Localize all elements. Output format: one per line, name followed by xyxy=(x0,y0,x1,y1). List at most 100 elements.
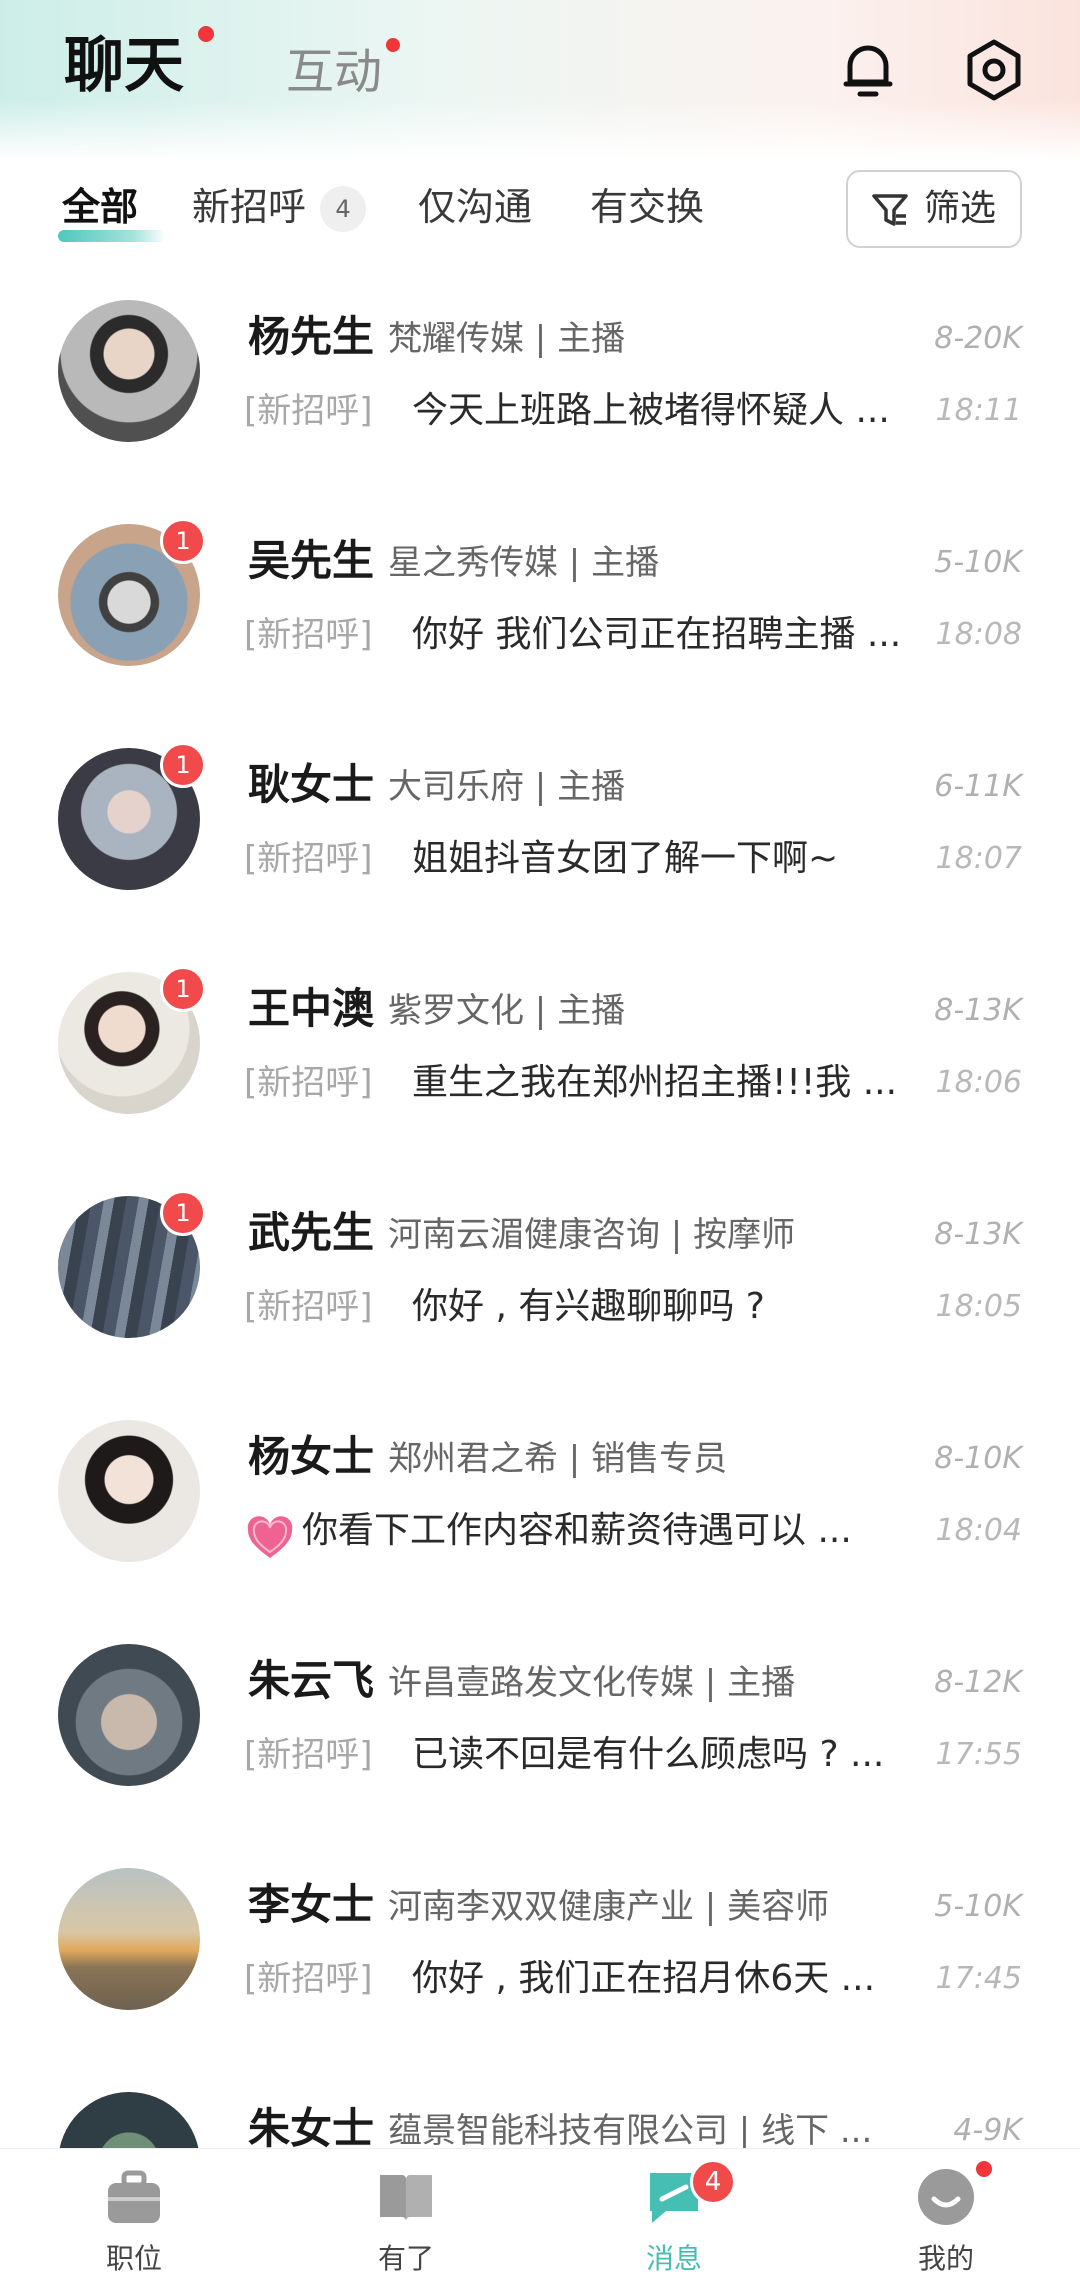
salary-range: 5-10K xyxy=(934,1889,1022,1924)
chat-item[interactable]: 1 吴先生 星之秀传媒 | 主播 5-10K [新招呼] 你好 我们公司正在招聘… xyxy=(0,518,1080,748)
chat-item[interactable]: 李女士 河南李双双健康产业 | 美容师 5-10K [新招呼] 你好 , 我们正… xyxy=(0,1868,1080,2092)
tab-chat[interactable]: 聊天 xyxy=(64,26,184,106)
filter-tabs: 全部 新招呼 4 仅沟通 有交换 筛选 xyxy=(0,168,1080,258)
salary-range: 5-10K xyxy=(934,545,1022,580)
last-message: 今天上班路上被堵得怀疑人 ... xyxy=(412,390,890,431)
last-message: 你好 我们公司正在招聘主播 ... xyxy=(412,614,902,655)
nav-profile-dot xyxy=(976,2161,992,2177)
contact-name: 朱云飞 xyxy=(248,1656,375,1705)
chat-list: 杨先生 梵耀传媒 | 主播 8-20K [新招呼] 今天上班路上被堵得怀疑人 .… xyxy=(0,300,1080,2150)
contact-name: 李女士 xyxy=(248,1880,375,1929)
salary-range: 8-10K xyxy=(934,1441,1022,1476)
profile-icon xyxy=(918,2169,974,2225)
chat-item[interactable]: 1 武先生 河南云湄健康咨询 | 按摩师 8-13K [新招呼] 你好 , 有兴… xyxy=(0,1190,1080,1420)
filter-button[interactable]: 筛选 xyxy=(846,170,1022,248)
company-position: 蕴景智能科技有限公司 | 线下 ... xyxy=(388,2111,873,2150)
new-greeting-count: 4 xyxy=(320,186,366,232)
tab-interaction-dot xyxy=(386,38,400,52)
avatar xyxy=(58,1644,200,1786)
contact-name: 杨先生 xyxy=(248,312,375,361)
tab-interaction-label: 互动 xyxy=(286,44,383,100)
unread-badge: 1 xyxy=(160,966,206,1012)
avatar xyxy=(58,1868,200,2010)
company-position: 梵耀传媒 | 主播 xyxy=(388,319,626,359)
company-position: 星之秀传媒 | 主播 xyxy=(388,543,660,583)
nav-messages[interactable]: 4 消息 xyxy=(604,2159,744,2285)
contact-name: 王中澳 xyxy=(248,984,375,1033)
chat-item[interactable]: 杨先生 梵耀传媒 | 主播 8-20K [新招呼] 今天上班路上被堵得怀疑人 .… xyxy=(0,300,1080,524)
message-time: 18:06 xyxy=(935,1065,1022,1100)
nav-jobs-label: 职位 xyxy=(105,2242,162,2275)
company-position: 河南云湄健康咨询 | 按摩师 xyxy=(388,1215,796,1255)
unread-badge: 1 xyxy=(160,742,206,788)
last-message: 姐姐抖音女团了解一下啊~ xyxy=(412,838,839,879)
new-greeting-tag: [新招呼] xyxy=(244,1959,373,1999)
filter-tab-exchanged[interactable]: 有交换 xyxy=(590,182,704,232)
heart-icon xyxy=(247,1516,293,1558)
contact-name: 耿女士 xyxy=(248,760,375,809)
top-header: 聊天 互动 xyxy=(0,0,1080,140)
salary-range: 4-9K xyxy=(953,2113,1022,2148)
salary-range: 8-13K xyxy=(934,993,1022,1028)
chat-item[interactable]: 朱女士 蕴景智能科技有限公司 | 线下 ... 4-9K xyxy=(0,2092,1080,2150)
contact-name: 朱女士 xyxy=(248,2104,375,2150)
nav-messages-badge: 4 xyxy=(690,2159,736,2205)
bottom-navigation: 职位 有了 4 消息 我的 xyxy=(0,2148,1080,2294)
new-greeting-tag: [新招呼] xyxy=(244,1735,373,1775)
filter-tab-new-greeting[interactable]: 新招呼 xyxy=(192,182,306,232)
nav-jobs[interactable]: 职位 xyxy=(64,2165,204,2285)
salary-range: 8-13K xyxy=(934,1217,1022,1252)
bell-icon[interactable] xyxy=(836,38,900,102)
new-greeting-tag: [新招呼] xyxy=(244,1063,373,1103)
company-position: 郑州君之希 | 销售专员 xyxy=(388,1439,728,1479)
salary-range: 8-20K xyxy=(934,321,1022,356)
company-position: 河南李双双健康产业 | 美容师 xyxy=(388,1887,830,1927)
nav-messages-label: 消息 xyxy=(645,2242,702,2275)
new-greeting-tag: [新招呼] xyxy=(244,615,373,655)
chat-item[interactable]: 朱云飞 许昌壹路发文化传媒 | 主播 8-12K [新招呼] 已读不回是有什么顾… xyxy=(0,1644,1080,1868)
message-time: 18:07 xyxy=(935,841,1022,876)
tab-interaction[interactable]: 互动 xyxy=(286,32,382,112)
last-message: 已读不回是有什么顾虑吗 ? ... xyxy=(412,1734,885,1775)
briefcase-icon xyxy=(108,2170,160,2223)
last-message: 你好 , 有兴趣聊聊吗 ? xyxy=(412,1286,765,1327)
message-time: 18:08 xyxy=(935,617,1022,652)
nav-profile-label: 我的 xyxy=(917,2242,974,2275)
book-icon xyxy=(380,2175,432,2221)
message-time: 18:05 xyxy=(935,1289,1022,1324)
tab-chat-dot xyxy=(198,26,214,42)
message-time: 17:45 xyxy=(935,1961,1022,1996)
tab-chat-label: 聊天 xyxy=(64,31,184,101)
filter-icon xyxy=(872,194,908,226)
message-time: 18:11 xyxy=(935,393,1022,428)
chat-item[interactable]: 1 耿女士 大司乐府 | 主播 6-11K [新招呼] 姐姐抖音女团了解一下啊~… xyxy=(0,742,1080,972)
chat-item[interactable]: 1 王中澳 紫罗文化 | 主播 8-13K [新招呼] 重生之我在郑州招主播!!… xyxy=(0,966,1080,1196)
salary-range: 8-12K xyxy=(934,1665,1022,1700)
message-time: 17:55 xyxy=(935,1737,1022,1772)
unread-badge: 1 xyxy=(160,1190,206,1236)
avatar xyxy=(58,2092,200,2150)
settings-icon[interactable] xyxy=(962,38,1026,102)
contact-name: 杨女士 xyxy=(248,1432,375,1481)
avatar xyxy=(58,1420,200,1562)
avatar xyxy=(58,300,200,442)
nav-youle[interactable]: 有了 xyxy=(336,2165,476,2285)
contact-name: 吴先生 xyxy=(248,536,375,585)
message-time: 18:04 xyxy=(935,1513,1022,1548)
chat-item[interactable]: 杨女士 郑州君之希 | 销售专员 8-10K 你看下工作内容和薪资待遇可以 ..… xyxy=(0,1420,1080,1644)
filter-button-label: 筛选 xyxy=(924,188,997,229)
filter-tab-all[interactable]: 全部 xyxy=(62,182,138,232)
new-greeting-tag: [新招呼] xyxy=(244,1287,373,1327)
new-greeting-tag: [新招呼] xyxy=(244,391,373,431)
nav-youle-label: 有了 xyxy=(377,2242,434,2275)
nav-profile[interactable]: 我的 xyxy=(876,2161,1016,2285)
contact-name: 武先生 xyxy=(248,1208,375,1257)
last-message: 你看下工作内容和薪资待遇可以 ... xyxy=(302,1510,852,1551)
company-position: 紫罗文化 | 主播 xyxy=(388,991,626,1031)
company-position: 大司乐府 | 主播 xyxy=(388,767,626,807)
last-message: 你好 , 我们正在招月休6天 ... xyxy=(412,1958,876,1999)
new-greeting-tag: [新招呼] xyxy=(244,839,373,879)
unread-badge: 1 xyxy=(160,518,206,564)
filter-tab-chat-only[interactable]: 仅沟通 xyxy=(418,182,532,232)
salary-range: 6-11K xyxy=(934,769,1022,804)
